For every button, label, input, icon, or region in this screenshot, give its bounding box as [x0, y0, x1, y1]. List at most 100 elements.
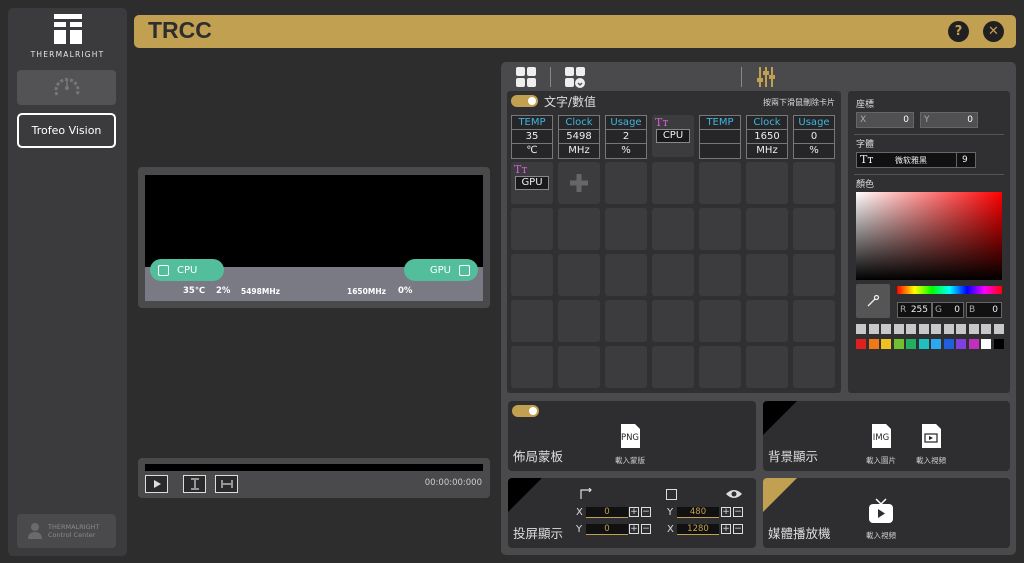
load-video-button[interactable]: 載入視頻	[907, 423, 955, 466]
r-field[interactable]: R 255	[897, 302, 932, 318]
sc-y-field[interactable]: 0	[586, 524, 628, 535]
grid-layout-icon[interactable]	[515, 66, 537, 88]
grid-cell[interactable]	[699, 346, 741, 388]
grid-cell[interactable]	[746, 208, 788, 250]
grid-cell[interactable]	[652, 162, 694, 204]
grid-cell[interactable]	[793, 254, 835, 296]
add-card-button[interactable]	[558, 162, 600, 204]
text-card[interactable]: Tт GPU	[511, 162, 553, 204]
grid-cell[interactable]	[699, 208, 741, 250]
grid-cell[interactable]	[511, 300, 553, 342]
sc-w-field[interactable]: 480	[677, 507, 719, 518]
grid-cell[interactable]	[558, 346, 600, 388]
sensor-card[interactable]: Usage 0%	[793, 115, 835, 159]
sensor-card[interactable]: TEMP	[699, 115, 741, 159]
color-swatch[interactable]	[993, 339, 1004, 349]
grid-cell[interactable]	[746, 162, 788, 204]
sc-y-minus[interactable]: −	[641, 524, 651, 534]
font-size-field[interactable]: 9	[956, 152, 976, 168]
sensor-card[interactable]: Clock 1650 MHz	[746, 115, 788, 159]
color-swatch[interactable]	[893, 324, 904, 334]
color-swatch[interactable]	[943, 339, 954, 349]
color-swatch[interactable]	[881, 339, 891, 349]
grid-cell[interactable]	[558, 254, 600, 296]
eyedropper-button[interactable]	[856, 284, 890, 318]
g-field[interactable]: G 0	[932, 302, 964, 318]
sc-h-plus[interactable]: +	[721, 524, 731, 534]
color-swatch[interactable]	[918, 339, 929, 349]
color-swatch[interactable]	[893, 339, 904, 349]
grid-cell[interactable]	[652, 346, 694, 388]
grid-cell[interactable]	[605, 300, 647, 342]
color-swatch[interactable]	[956, 339, 966, 349]
hue-slider[interactable]	[897, 286, 1002, 294]
grid-cell[interactable]	[746, 254, 788, 296]
eye-icon[interactable]	[725, 489, 743, 499]
device-button-trofeo-vision[interactable]: Trofeo Vision	[17, 113, 116, 148]
fit-height-button[interactable]	[183, 475, 206, 493]
grid-cell[interactable]	[652, 254, 694, 296]
color-swatch[interactable]	[881, 324, 891, 334]
sensor-card[interactable]: TEMP 35 ℃	[511, 115, 553, 159]
media-load-video-button[interactable]: 載入視頻	[857, 498, 905, 541]
color-swatch[interactable]	[956, 324, 966, 334]
play-button[interactable]	[145, 475, 168, 493]
grid-cell[interactable]	[652, 208, 694, 250]
sc-h-minus[interactable]: −	[733, 524, 743, 534]
text-card[interactable]: Tт CPU	[652, 115, 694, 157]
color-swatch[interactable]	[993, 324, 1004, 334]
grid-cell[interactable]	[793, 162, 835, 204]
grid-cell[interactable]	[558, 208, 600, 250]
color-spectrum[interactable]	[856, 192, 1002, 280]
sc-x-plus[interactable]: +	[629, 507, 639, 517]
color-swatch[interactable]	[906, 339, 916, 349]
load-mask-button[interactable]: PNG 載入蒙版	[606, 423, 654, 466]
color-swatch[interactable]	[981, 339, 991, 349]
grid-cell[interactable]	[652, 300, 694, 342]
color-swatch[interactable]	[968, 324, 979, 334]
grid-cell[interactable]	[793, 300, 835, 342]
grid-cell[interactable]	[746, 300, 788, 342]
color-swatch[interactable]	[931, 324, 941, 334]
sc-x-field[interactable]: 0	[586, 507, 628, 518]
grid-cell[interactable]	[511, 346, 553, 388]
grid-cell[interactable]	[605, 162, 647, 204]
grid-cell[interactable]	[699, 162, 741, 204]
color-swatch[interactable]	[868, 339, 879, 349]
sc-h-field[interactable]: 1280	[677, 524, 719, 535]
grid-cell[interactable]	[699, 254, 741, 296]
sc-x-minus[interactable]: −	[641, 507, 651, 517]
x-field[interactable]: X 0	[856, 112, 914, 128]
b-field[interactable]: B 0	[966, 302, 1002, 318]
color-swatch[interactable]	[856, 324, 866, 334]
color-swatch[interactable]	[856, 339, 866, 349]
grid-cell[interactable]	[746, 346, 788, 388]
sliders-icon[interactable]	[755, 66, 777, 88]
fit-width-button[interactable]	[215, 475, 238, 493]
text-value-toggle[interactable]	[511, 95, 538, 107]
grid-cell[interactable]	[558, 300, 600, 342]
grid-cell[interactable]	[793, 208, 835, 250]
cloud-theme-icon[interactable]	[564, 66, 586, 88]
grid-cell[interactable]	[605, 346, 647, 388]
color-swatch[interactable]	[968, 339, 979, 349]
grid-cell[interactable]	[605, 254, 647, 296]
sc-w-plus[interactable]: +	[721, 507, 731, 517]
color-swatch[interactable]	[943, 324, 954, 334]
grid-cell[interactable]	[511, 254, 553, 296]
sensor-card[interactable]: Clock 5498 MHz	[558, 115, 600, 159]
color-swatch[interactable]	[931, 339, 941, 349]
help-button[interactable]: ?	[948, 21, 969, 42]
sc-y-plus[interactable]: +	[629, 524, 639, 534]
grid-cell[interactable]	[699, 300, 741, 342]
device-gauge-button[interactable]	[17, 70, 116, 105]
grid-cell[interactable]	[793, 346, 835, 388]
player-progress-track[interactable]	[145, 464, 483, 471]
sensor-card[interactable]: Usage 2%	[605, 115, 647, 159]
load-image-button[interactable]: IMG 載入圖片	[857, 423, 905, 466]
color-swatch[interactable]	[981, 324, 991, 334]
control-center-button[interactable]: THERMALRIGHT Control Center	[17, 514, 116, 548]
sc-w-minus[interactable]: −	[733, 507, 743, 517]
y-field[interactable]: Y 0	[920, 112, 978, 128]
grid-cell[interactable]	[605, 208, 647, 250]
